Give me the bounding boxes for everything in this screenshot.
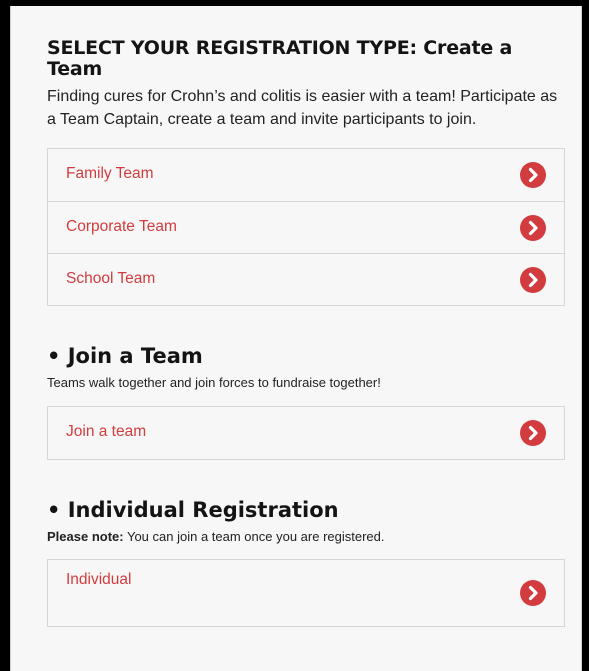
create-team-options: Family Team Corporate Team School Team <box>47 148 565 306</box>
note-text: You can join a team once you are registe… <box>123 529 385 544</box>
option-family-team[interactable]: Family Team <box>48 149 564 201</box>
option-label: Corporate Team <box>66 218 177 235</box>
option-join-a-team[interactable]: Join a team <box>48 407 564 459</box>
individual-note: Please note: You can join a team once yo… <box>47 528 565 546</box>
join-team-heading: • Join a Team <box>47 344 203 368</box>
individual-options: Individual <box>47 559 565 627</box>
option-label: Individual <box>66 571 132 588</box>
chevron-right-circle-icon[interactable] <box>520 162 546 188</box>
option-individual[interactable]: Individual <box>48 560 564 626</box>
create-team-heading: SELECT YOUR REGISTRATION TYPE: Create a … <box>47 37 513 80</box>
note-label: Please note: <box>47 529 124 544</box>
chevron-right-circle-icon[interactable] <box>520 215 546 241</box>
option-corporate-team[interactable]: Corporate Team <box>48 201 564 253</box>
chevron-right-circle-icon[interactable] <box>520 580 546 606</box>
join-team-description: Teams walk together and join forces to f… <box>47 375 381 390</box>
individual-registration-heading: • Individual Registration <box>47 498 339 522</box>
chevron-right-circle-icon[interactable] <box>520 267 546 293</box>
option-label: Family Team <box>66 165 154 182</box>
option-school-team[interactable]: School Team <box>48 253 564 305</box>
option-label: School Team <box>66 270 156 287</box>
join-team-options: Join a team <box>47 406 565 460</box>
chevron-right-circle-icon[interactable] <box>520 420 546 446</box>
option-label: Join a team <box>66 423 147 440</box>
registration-content: SELECT YOUR REGISTRATION TYPE: Create a … <box>47 38 565 627</box>
registration-panel: SELECT YOUR REGISTRATION TYPE: Create a … <box>10 6 582 671</box>
create-team-description: Finding cures for Crohn’s and colitis is… <box>47 88 558 128</box>
